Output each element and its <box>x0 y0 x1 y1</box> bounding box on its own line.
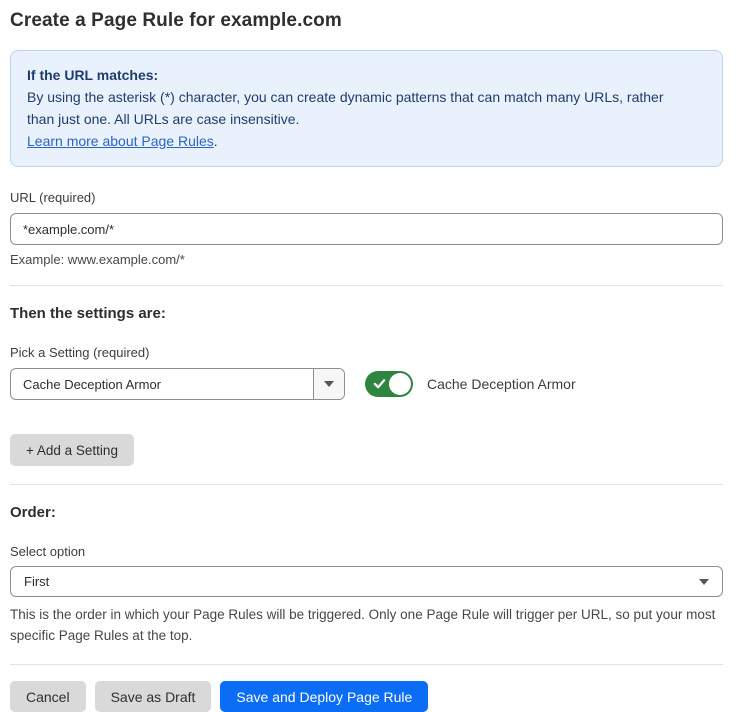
toggle-label: Cache Deception Armor <box>427 376 576 392</box>
page-title: Create a Page Rule for example.com <box>10 10 723 32</box>
footer-actions: Cancel Save as Draft Save and Deploy Pag… <box>10 681 723 712</box>
cancel-button[interactable]: Cancel <box>10 681 86 712</box>
setting-toggle-group: Cache Deception Armor <box>365 371 576 397</box>
chevron-down-icon <box>324 381 334 387</box>
url-match-info-box: If the URL matches: By using the asteris… <box>10 50 723 167</box>
info-box-link-line: Learn more about Page Rules. <box>27 130 706 152</box>
order-dropdown[interactable]: First <box>10 566 723 597</box>
chevron-down-icon <box>699 579 709 585</box>
cache-deception-armor-toggle[interactable] <box>365 371 413 397</box>
toggle-knob <box>389 373 411 395</box>
check-icon <box>373 377 386 390</box>
divider <box>10 285 723 286</box>
learn-more-link[interactable]: Learn more about Page Rules <box>27 133 214 149</box>
save-draft-button[interactable]: Save as Draft <box>95 681 212 712</box>
setting-row: Cache Deception Armor Cache Deception Ar… <box>10 368 723 400</box>
info-box-heading: If the URL matches: <box>27 64 706 86</box>
settings-section-heading: Then the settings are: <box>10 305 723 322</box>
order-helper-text: This is the order in which your Page Rul… <box>10 604 720 646</box>
divider <box>10 484 723 485</box>
url-example-helper: Example: www.example.com/* <box>10 252 723 267</box>
add-setting-button[interactable]: + Add a Setting <box>10 434 134 466</box>
info-box-body: By using the asterisk (*) character, you… <box>27 86 687 130</box>
order-dropdown-value: First <box>24 574 699 589</box>
setting-dropdown-value: Cache Deception Armor <box>11 369 313 399</box>
save-deploy-button[interactable]: Save and Deploy Page Rule <box>220 681 428 712</box>
url-input[interactable] <box>10 213 723 245</box>
divider <box>10 664 723 665</box>
setting-dropdown-arrow-button[interactable] <box>313 369 344 399</box>
setting-dropdown[interactable]: Cache Deception Armor <box>10 368 345 400</box>
url-field-label: URL (required) <box>10 190 723 205</box>
link-period: . <box>214 133 218 149</box>
order-select-label: Select option <box>10 544 723 559</box>
order-section-heading: Order: <box>10 504 723 521</box>
pick-setting-label: Pick a Setting (required) <box>10 345 723 360</box>
